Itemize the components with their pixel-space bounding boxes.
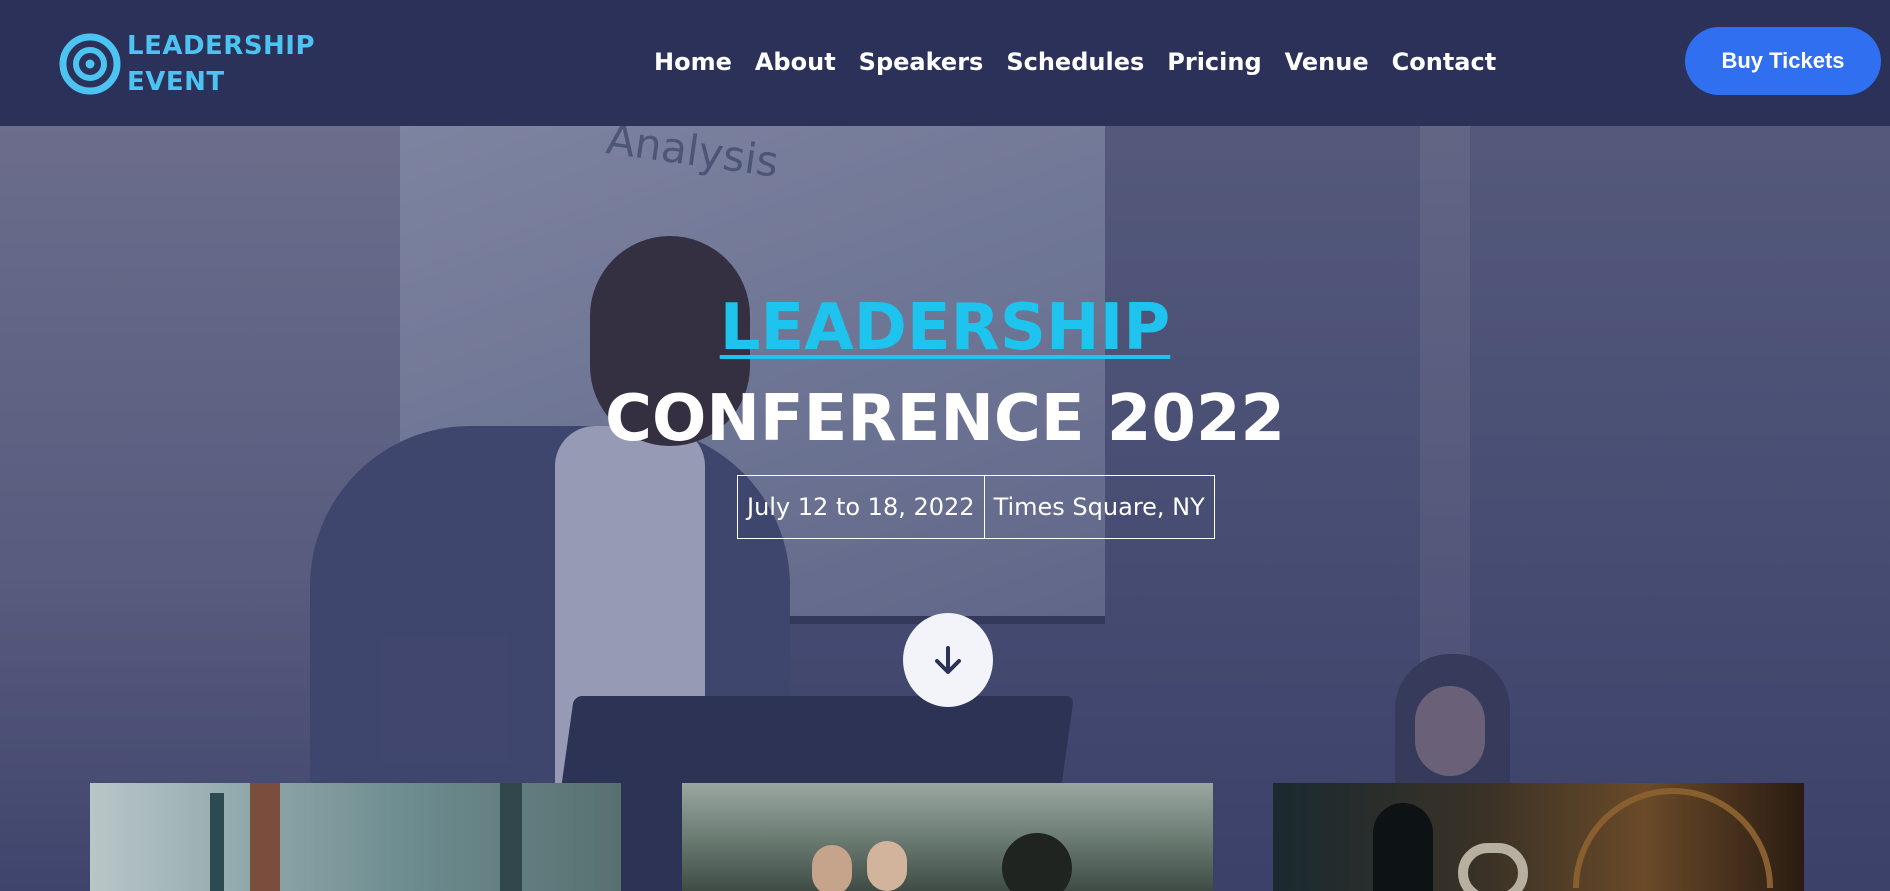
site-header: LEADERSHIP EVENT Home About Speakers Sch…: [0, 0, 1890, 126]
target-icon: [59, 33, 121, 95]
gallery-thumbnails: [0, 783, 1890, 891]
hero-section: Analysis LEADERSHIP CONFERENCE 2022 July…: [0, 126, 1890, 891]
nav-schedules[interactable]: Schedules: [1006, 44, 1144, 80]
event-info-box: July 12 to 18, 2022 Times Square, NY: [737, 475, 1215, 539]
gallery-image[interactable]: [90, 783, 621, 891]
gallery-image[interactable]: [682, 783, 1213, 891]
hero-title-main: CONFERENCE 2022: [604, 382, 1286, 456]
scroll-down-button[interactable]: [903, 613, 993, 707]
nav-about[interactable]: About: [755, 44, 836, 80]
nav-home[interactable]: Home: [654, 44, 732, 80]
nav-pricing[interactable]: Pricing: [1167, 44, 1261, 80]
arrow-down-icon: [935, 646, 961, 674]
nav-speakers[interactable]: Speakers: [859, 44, 984, 80]
main-nav: Home About Speakers Schedules Pricing Ve…: [654, 44, 1519, 80]
logo-line-2: EVENT: [127, 67, 225, 97]
nav-contact[interactable]: Contact: [1392, 44, 1497, 80]
logo-line-1: LEADERSHIP: [127, 31, 316, 61]
gallery-image[interactable]: [1273, 783, 1804, 891]
event-dates: July 12 to 18, 2022: [747, 493, 975, 521]
logo[interactable]: LEADERSHIP EVENT: [59, 28, 315, 100]
buy-tickets-button[interactable]: Buy Tickets: [1685, 27, 1881, 95]
event-location: Times Square, NY: [983, 476, 1214, 538]
logo-text: LEADERSHIP EVENT: [127, 28, 315, 100]
nav-venue[interactable]: Venue: [1285, 44, 1369, 80]
hero-title-highlight-text: LEADERSHIP: [719, 291, 1171, 365]
hero-title-highlight: LEADERSHIP: [0, 291, 1890, 365]
